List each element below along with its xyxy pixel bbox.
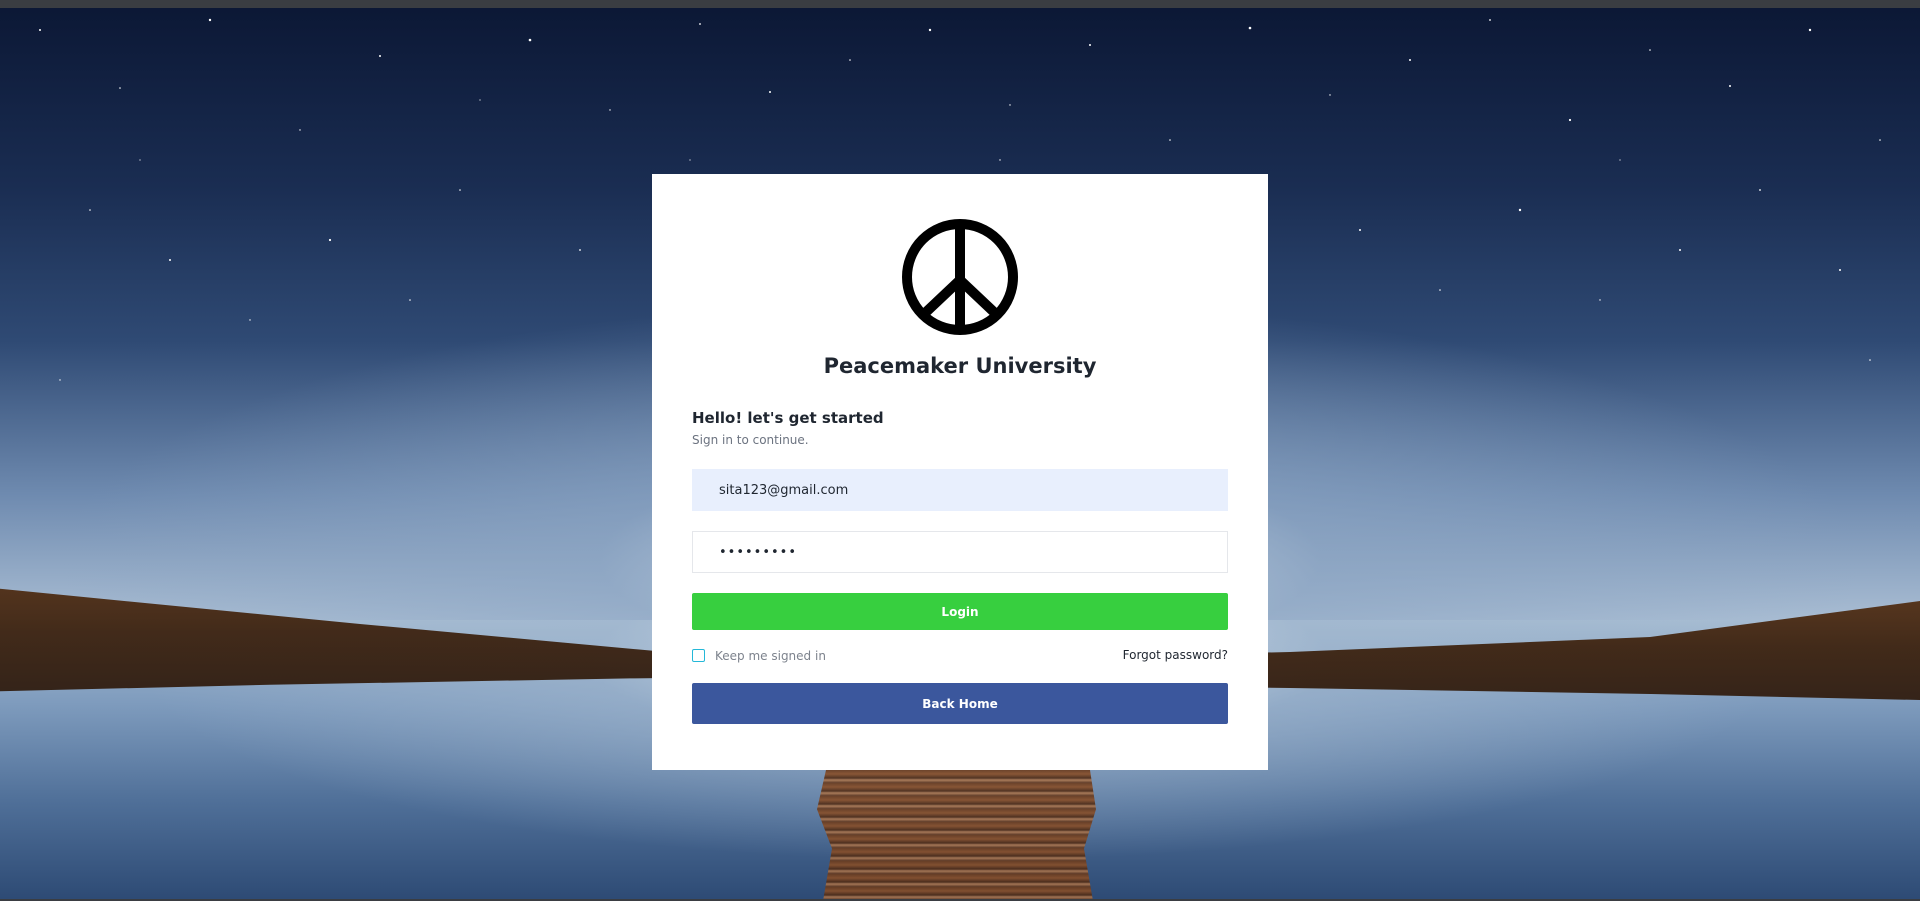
greeting-heading: Hello! let's get started xyxy=(692,409,884,427)
back-home-button[interactable]: Back Home xyxy=(692,683,1228,724)
sign-in-subtext: Sign in to continue. xyxy=(692,433,809,447)
keep-signed-in-row: Keep me signed in Forgot password? xyxy=(692,648,1228,668)
login-card: Peacemaker University Hello! let's get s… xyxy=(652,174,1268,770)
login-page: Peacemaker University Hello! let's get s… xyxy=(0,0,1920,901)
keep-signed-in-checkbox[interactable] xyxy=(692,649,705,662)
university-name: Peacemaker University xyxy=(823,354,1097,378)
login-button[interactable]: Login xyxy=(692,593,1228,630)
forgot-password-link[interactable]: Forgot password? xyxy=(1123,648,1228,662)
password-field[interactable] xyxy=(692,531,1228,573)
peace-sign-icon xyxy=(902,219,1018,335)
shore-reflection xyxy=(817,770,1096,901)
window-top-strip xyxy=(0,0,1920,8)
email-field[interactable] xyxy=(692,469,1228,511)
keep-signed-in-label[interactable]: Keep me signed in xyxy=(715,649,826,663)
